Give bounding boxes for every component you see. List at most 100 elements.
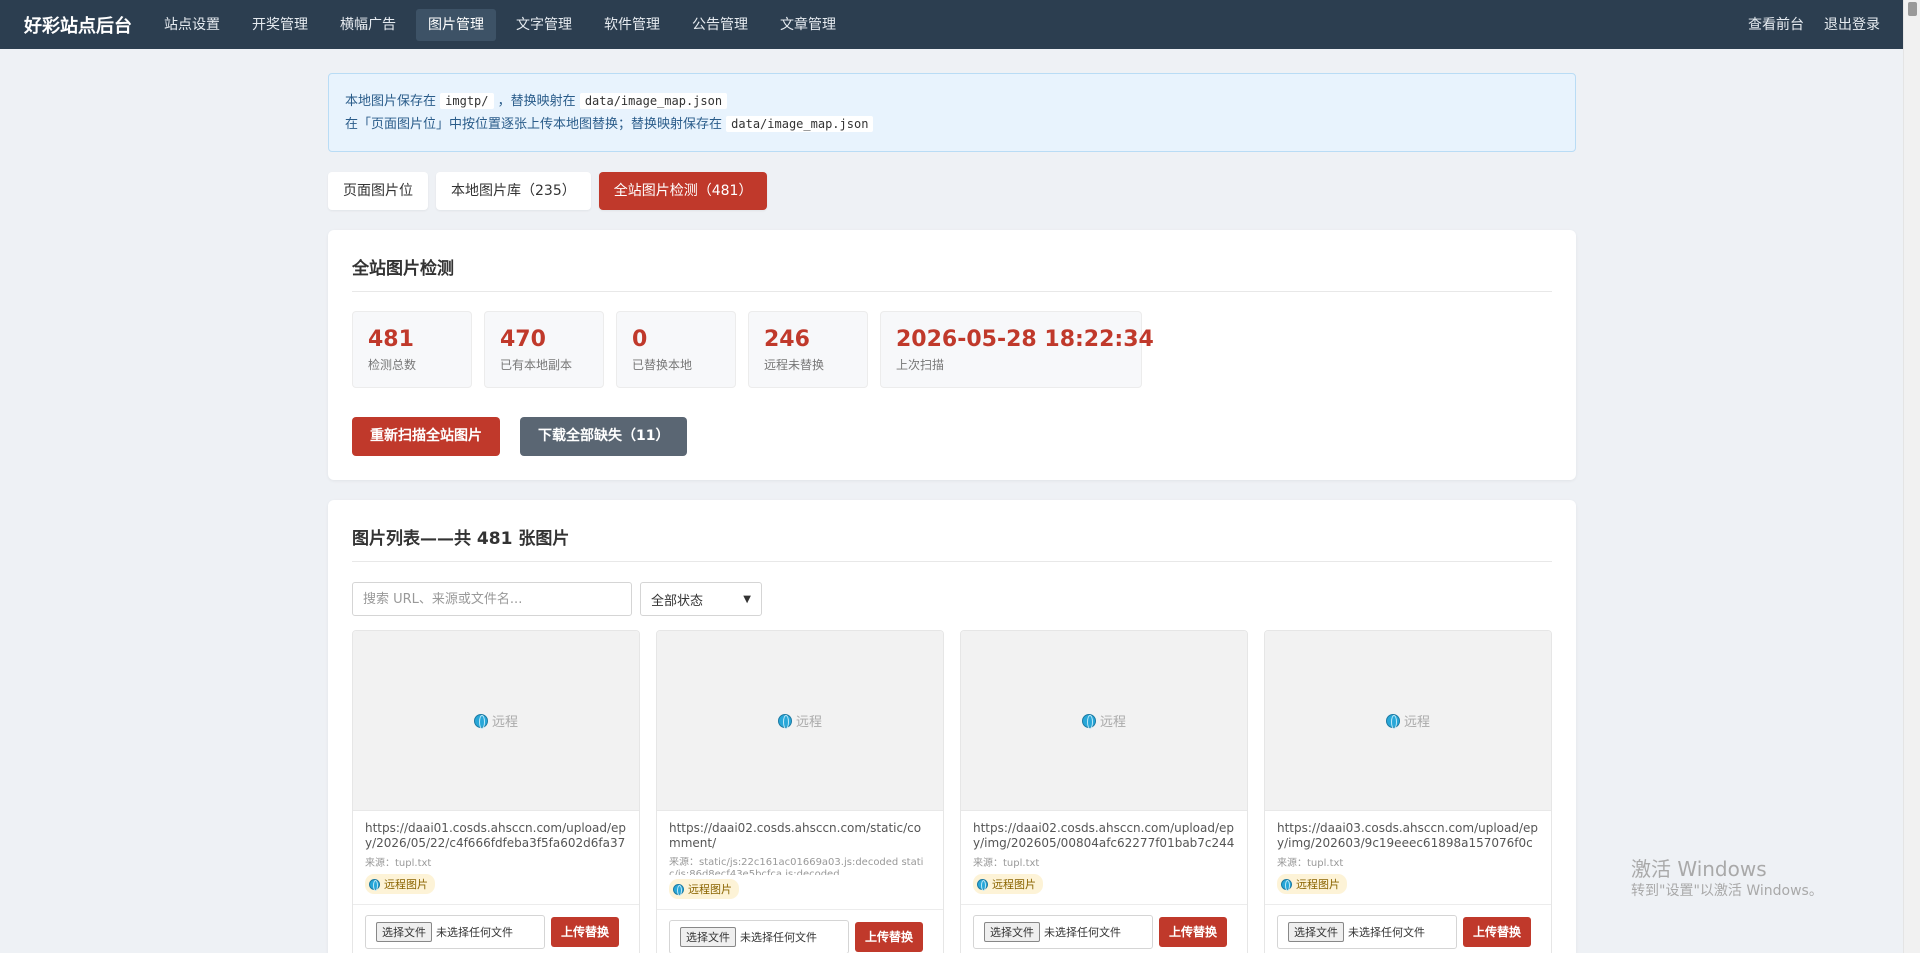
status-badge: 远程图片 <box>1277 874 1347 894</box>
stat-local-copy: 470 已有本地副本 <box>484 311 604 388</box>
nav-item-lottery[interactable]: 开奖管理 <box>240 9 320 41</box>
scan-actions: 重新扫描全站图片 下载全部缺失（11） <box>352 417 1552 456</box>
file-input[interactable]: 选择文件 未选择任何文件 <box>1277 915 1457 949</box>
stat-remote: 246 远程未替换 <box>748 311 868 388</box>
stat-total: 481 检测总数 <box>352 311 472 388</box>
globe-icon <box>777 713 792 729</box>
image-list-panel: 图片列表——共 481 张图片 全部状态 ▼ 远程 https://daai01… <box>328 500 1576 953</box>
watermark-line-1: 激活 Windows <box>1631 857 1767 881</box>
main-content: 本地图片保存在 imgtp/ ，替换映射在 data/image_map.jso… <box>328 73 1576 953</box>
nav-right: 查看前台 退出登录 <box>1738 0 1890 49</box>
download-missing-button[interactable]: 下载全部缺失（11） <box>520 417 688 456</box>
brand-title: 好彩站点后台 <box>24 15 132 37</box>
upload-row: 选择文件 未选择任何文件 上传替换 <box>657 909 943 953</box>
badge-label: 远程图片 <box>688 883 732 896</box>
stats-row: 481 检测总数 470 已有本地副本 0 已替换本地 246 远程未替换 20… <box>352 311 1552 388</box>
status-badge: 远程图片 <box>365 874 435 894</box>
card-body: https://daai03.cosds.ahsccn.com/upload/e… <box>1265 811 1551 894</box>
file-input[interactable]: 选择文件 未选择任何文件 <box>669 920 849 953</box>
image-card: 远程 https://daai02.cosds.ahsccn.com/stati… <box>656 630 944 953</box>
globe-icon <box>1281 878 1292 891</box>
no-file-text: 未选择任何文件 <box>1348 926 1425 939</box>
image-placeholder: 远程 <box>1265 631 1551 811</box>
nav-item-software[interactable]: 软件管理 <box>592 9 672 41</box>
stat-value: 481 <box>368 327 414 352</box>
search-input[interactable] <box>352 582 632 616</box>
globe-icon <box>977 878 988 891</box>
chevron-down-icon: ▼ <box>743 593 751 605</box>
tab-page-image-slots[interactable]: 页面图片位 <box>328 172 428 210</box>
stat-value: 246 <box>764 327 810 352</box>
status-badge: 远程图片 <box>669 879 739 899</box>
badge-label: 远程图片 <box>992 878 1036 891</box>
scan-panel-title: 全站图片检测 <box>352 254 1552 292</box>
stat-value: 2026-05-28 18:22:34 <box>896 327 1154 352</box>
nav-item-announcements[interactable]: 公告管理 <box>680 9 760 41</box>
image-url: https://daai01.cosds.ahsccn.com/upload/e… <box>365 821 627 850</box>
card-body: https://daai01.cosds.ahsccn.com/upload/e… <box>353 811 639 894</box>
no-file-text: 未选择任何文件 <box>740 931 817 944</box>
image-url: https://daai02.cosds.ahsccn.com/static/c… <box>669 821 922 850</box>
info-text: 在「页面图片位」中按位置逐张上传本地图替换；替换映射保存在 <box>345 117 723 132</box>
upload-replace-button[interactable]: 上传替换 <box>551 917 620 947</box>
globe-icon <box>1081 713 1096 729</box>
image-placeholder: 远程 <box>353 631 639 811</box>
badge-label: 远程图片 <box>384 878 428 891</box>
upload-replace-button[interactable]: 上传替换 <box>1159 917 1228 947</box>
watermark-line-2: 转到"设置"以激活 Windows。 <box>1631 883 1823 899</box>
code-path: data/image_map.json <box>579 93 728 109</box>
stat-label: 检测总数 <box>368 358 417 372</box>
page-scrollbar[interactable] <box>1903 0 1920 953</box>
globe-icon <box>1385 713 1400 729</box>
scrollbar-thumb[interactable] <box>1908 2 1917 16</box>
logout-link[interactable]: 退出登录 <box>1814 9 1890 41</box>
upload-row: 选择文件 未选择任何文件 上传替换 <box>961 904 1247 949</box>
image-placeholder: 远程 <box>961 631 1247 811</box>
scan-panel: 全站图片检测 481 检测总数 470 已有本地副本 0 已替换本地 246 远… <box>328 230 1576 480</box>
tab-site-scan[interactable]: 全站图片检测（481） <box>598 172 768 210</box>
info-line-1: 本地图片保存在 imgtp/ ，替换映射在 data/image_map.jso… <box>345 90 1559 113</box>
file-input[interactable]: 选择文件 未选择任何文件 <box>973 915 1153 949</box>
globe-icon <box>473 713 488 729</box>
nav-item-banner-ads[interactable]: 横幅广告 <box>328 9 408 41</box>
stat-replaced: 0 已替换本地 <box>616 311 736 388</box>
no-file-text: 未选择任何文件 <box>436 926 513 939</box>
image-url: https://daai02.cosds.ahsccn.com/upload/e… <box>973 821 1235 850</box>
stat-label: 远程未替换 <box>764 358 825 372</box>
image-card: 远程 https://daai02.cosds.ahsccn.com/uploa… <box>960 630 1248 953</box>
file-input[interactable]: 选择文件 未选择任何文件 <box>365 915 545 949</box>
choose-file-button[interactable]: 选择文件 <box>984 922 1040 942</box>
info-text: 本地图片保存在 <box>345 94 437 109</box>
info-box: 本地图片保存在 imgtp/ ，替换映射在 data/image_map.jso… <box>328 73 1576 152</box>
placeholder-label: 远程 <box>1403 715 1430 730</box>
upload-row: 选择文件 未选择任何文件 上传替换 <box>1265 904 1551 949</box>
stat-value: 470 <box>500 327 546 352</box>
status-filter-select[interactable]: 全部状态 ▼ <box>640 582 762 616</box>
stat-label: 已替换本地 <box>632 358 693 372</box>
no-file-text: 未选择任何文件 <box>1044 926 1121 939</box>
globe-icon <box>369 878 380 891</box>
upload-replace-button[interactable]: 上传替换 <box>1463 917 1532 947</box>
windows-activation-watermark: 激活 Windows 转到"设置"以激活 Windows。 <box>1631 857 1823 901</box>
rescan-button[interactable]: 重新扫描全站图片 <box>352 417 500 456</box>
nav-item-images[interactable]: 图片管理 <box>416 8 496 41</box>
choose-file-button[interactable]: 选择文件 <box>680 927 736 947</box>
image-source: 来源：tupl.txt <box>973 858 1040 869</box>
stat-label: 已有本地副本 <box>500 358 573 372</box>
image-source: 来源：tupl.txt <box>1277 858 1344 869</box>
stat-label: 上次扫描 <box>896 358 945 372</box>
tab-local-library[interactable]: 本地图片库（235） <box>436 172 591 210</box>
placeholder-label: 远程 <box>1099 715 1126 730</box>
choose-file-button[interactable]: 选择文件 <box>1288 922 1344 942</box>
nav-item-text[interactable]: 文字管理 <box>504 9 584 41</box>
nav-item-articles[interactable]: 文章管理 <box>768 9 848 41</box>
upload-row: 选择文件 未选择任何文件 上传替换 <box>353 904 639 949</box>
placeholder-label: 远程 <box>491 715 518 730</box>
main-nav: 站点设置 开奖管理 横幅广告 图片管理 文字管理 软件管理 公告管理 文章管理 <box>152 8 856 41</box>
status-badge: 远程图片 <box>973 874 1043 894</box>
card-body: https://daai02.cosds.ahsccn.com/upload/e… <box>961 811 1247 894</box>
upload-replace-button[interactable]: 上传替换 <box>855 922 924 952</box>
choose-file-button[interactable]: 选择文件 <box>376 922 432 942</box>
view-front-link[interactable]: 查看前台 <box>1738 9 1814 41</box>
nav-item-site-settings[interactable]: 站点设置 <box>152 9 232 41</box>
